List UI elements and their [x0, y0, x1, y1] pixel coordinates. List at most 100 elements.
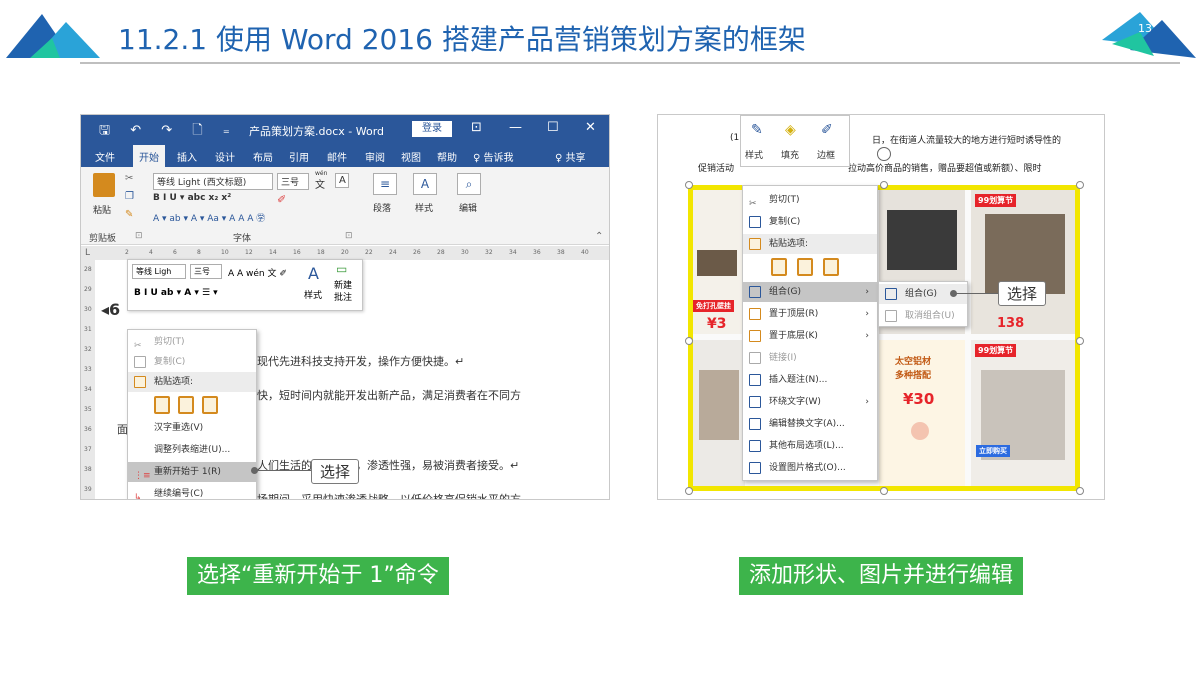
- paste-option-icon[interactable]: [797, 258, 813, 276]
- menu-cut[interactable]: ✂ 剪切(T): [128, 332, 256, 352]
- paste-merge-icon[interactable]: [178, 396, 194, 414]
- collapse-ribbon-icon[interactable]: ⌃: [595, 231, 603, 242]
- mini-styles-label[interactable]: 样式: [304, 288, 322, 301]
- paste-icon[interactable]: [93, 173, 115, 197]
- new-comment-icon[interactable]: ▭: [336, 262, 347, 276]
- styles-label[interactable]: 样式: [415, 201, 433, 214]
- clear-format-icon[interactable]: ✐: [277, 193, 286, 206]
- cart-icon[interactable]: [911, 422, 929, 440]
- resize-handle[interactable]: [685, 487, 693, 495]
- mini-row1[interactable]: A A wén 文 ✐: [228, 266, 287, 279]
- tab-help[interactable]: 帮助: [437, 149, 457, 164]
- quick-access-toolbar[interactable]: 🖫 ↶ ↷ 🗋 ₌: [99, 121, 238, 143]
- border-button-label[interactable]: 边框: [817, 148, 835, 161]
- submenu-ungroup[interactable]: 取消组合(U): [879, 306, 967, 326]
- menu-wrap-text[interactable]: 环绕文字(W) ›: [743, 392, 877, 412]
- format-picture-icon: [749, 462, 761, 474]
- menu-group[interactable]: 组合(G) ›: [743, 282, 877, 302]
- group-font: 字体: [233, 234, 252, 244]
- mini-row2[interactable]: B I U ab ▾ A ▾ ☰ ▾: [134, 288, 218, 298]
- mini-font-select[interactable]: 等线 Ligh: [132, 264, 186, 279]
- resize-handle[interactable]: [1076, 487, 1084, 495]
- tab-home[interactable]: 开始: [133, 145, 165, 167]
- ribbon-display-icon[interactable]: ⊡: [471, 120, 482, 135]
- format-painter-icon[interactable]: ✎: [125, 209, 133, 220]
- rotate-handle-icon[interactable]: [877, 147, 891, 161]
- resize-handle[interactable]: [685, 181, 693, 189]
- clipboard-launcher-icon[interactable]: ⊡: [135, 231, 143, 241]
- tab-layout[interactable]: 布局: [253, 149, 273, 164]
- font-name-select[interactable]: 等线 Light (西文标题): [153, 173, 273, 190]
- menu-insert-caption[interactable]: 插入题注(N)...: [743, 370, 877, 390]
- paste-keep-source-icon[interactable]: [154, 396, 170, 414]
- new-comment-label-2[interactable]: 批注: [334, 290, 352, 303]
- vruler-tick-label: 36: [84, 426, 92, 433]
- paste-text-only-icon[interactable]: [202, 396, 218, 414]
- group-icon: [885, 288, 897, 300]
- tell-me[interactable]: ♀ 告诉我: [473, 149, 514, 164]
- tab-design[interactable]: 设计: [215, 149, 235, 164]
- horizontal-ruler[interactable]: L 2 4 6 8 10 12 14 16 18 20 22 24 26 28 30 32 34 36 38 40: [81, 246, 609, 260]
- border-icon[interactable]: ✐: [821, 122, 833, 138]
- resize-handle[interactable]: [1076, 337, 1084, 345]
- menu-alt-text[interactable]: 编辑替换文字(A)...: [743, 414, 877, 434]
- tab-view[interactable]: 视图: [401, 149, 421, 164]
- menu-reselect-hanzi[interactable]: 汉字重选(V): [128, 418, 256, 438]
- editing-label[interactable]: 编辑: [459, 201, 477, 214]
- copy-icon[interactable]: ❐: [125, 191, 134, 202]
- mini-styles-icon[interactable]: A: [308, 264, 319, 283]
- fill-button-label[interactable]: 填充: [781, 148, 799, 161]
- menu-adjust-indent[interactable]: 调整列表缩进(U)...: [128, 440, 256, 460]
- menu-send-to-back[interactable]: 置于底层(K) ›: [743, 326, 877, 346]
- menu-continue-numbering[interactable]: ↳ 继续编号(C): [128, 484, 256, 499]
- font-style-row[interactable]: B I U ▾ abc x₂ x²: [153, 193, 231, 203]
- resize-handle[interactable]: [880, 487, 888, 495]
- login-button[interactable]: 登录: [412, 121, 452, 137]
- mini-size-select[interactable]: 三号: [190, 264, 222, 279]
- resize-handle[interactable]: [1076, 181, 1084, 189]
- paragraph-icon[interactable]: ≡: [373, 173, 397, 195]
- menu-copy[interactable]: 复制(C): [743, 212, 877, 232]
- tab-mailings[interactable]: 邮件: [327, 149, 347, 164]
- menu-restart-at-1[interactable]: ⋮≡ 重新开始于 1(R): [128, 462, 256, 482]
- menu-format-picture[interactable]: 设置图片格式(O)...: [743, 458, 877, 478]
- maximize-icon[interactable]: ☐: [547, 120, 559, 135]
- badge-99-bottom-right: 99划算节: [975, 344, 1017, 357]
- vruler-tick-label: 28: [84, 266, 92, 273]
- font-effects-row[interactable]: A ▾ ab ▾ A ▾ Aa ▾ A A A ㊫: [153, 211, 265, 224]
- menu-link[interactable]: 链接(I): [743, 348, 877, 368]
- ribbon: 粘贴 ✂ ❐ ✎ 等线 Light (西文标题) 三号 wén 文 A B I …: [81, 167, 609, 245]
- layout-icon: [749, 440, 761, 452]
- phonetic-guide-icon[interactable]: 文: [315, 176, 325, 191]
- resize-handle[interactable]: [880, 181, 888, 189]
- share-button[interactable]: ♀ 共享: [555, 149, 586, 164]
- tab-file[interactable]: 文件: [95, 149, 115, 164]
- vruler-tick-label: 33: [84, 366, 92, 373]
- paste-option-icon[interactable]: [771, 258, 787, 276]
- font-launcher-icon[interactable]: ⊡: [345, 231, 353, 241]
- ruler-tick-label: 40: [581, 249, 589, 256]
- menu-bring-to-front[interactable]: 置于顶层(R) ›: [743, 304, 877, 324]
- style-icon[interactable]: ✎: [751, 122, 763, 138]
- paragraph-label[interactable]: 段落: [373, 201, 391, 214]
- close-icon[interactable]: ✕: [585, 120, 596, 135]
- fill-icon[interactable]: ◈: [785, 122, 796, 138]
- menu-copy[interactable]: 复制(C): [128, 352, 256, 372]
- font-size-select[interactable]: 三号: [277, 173, 309, 190]
- tab-references[interactable]: 引用: [289, 149, 309, 164]
- tab-insert[interactable]: 插入: [177, 149, 197, 164]
- paste-label[interactable]: 粘贴: [93, 203, 111, 216]
- char-border-icon[interactable]: A: [335, 173, 349, 188]
- menu-layout-options[interactable]: 其他布局选项(L)...: [743, 436, 877, 456]
- minimize-icon[interactable]: —: [509, 120, 522, 135]
- cut-icon[interactable]: ✂: [125, 173, 133, 184]
- mini-toolbar: 等线 Ligh 三号 A A wén 文 ✐ B I U ab ▾ A ▾ ☰ …: [127, 259, 363, 311]
- paste-option-icon[interactable]: [823, 258, 839, 276]
- page-title: 11.2.1 使用 Word 2016 搭建产品营销策划方案的框架: [118, 23, 806, 56]
- resize-handle[interactable]: [685, 337, 693, 345]
- menu-cut[interactable]: ✂ 剪切(T): [743, 190, 877, 210]
- tab-review[interactable]: 审阅: [365, 149, 385, 164]
- style-button-label[interactable]: 样式: [745, 148, 763, 161]
- search-icon[interactable]: ⌕: [457, 173, 481, 195]
- styles-icon[interactable]: A: [413, 173, 437, 195]
